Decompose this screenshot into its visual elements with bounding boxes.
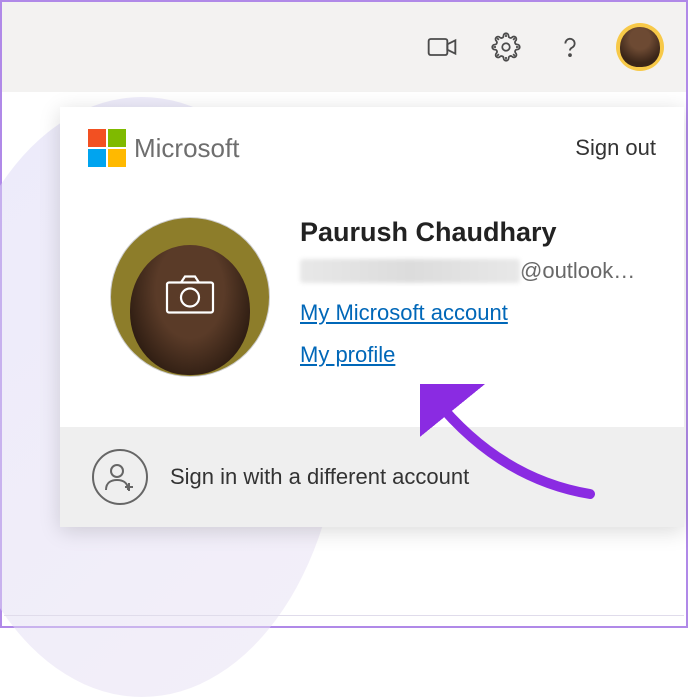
email-suffix: @outlook…	[520, 258, 635, 284]
add-account-label: Sign in with a different account	[170, 464, 469, 490]
avatar-large[interactable]	[110, 217, 270, 377]
help-icon[interactable]	[552, 29, 588, 65]
microsoft-logo-text: Microsoft	[134, 133, 239, 164]
email-redacted	[300, 259, 520, 283]
user-name: Paurush Chaudhary	[300, 217, 644, 248]
microsoft-logo: Microsoft	[88, 129, 239, 167]
my-profile-link[interactable]: My profile	[300, 342, 395, 368]
my-microsoft-account-link[interactable]: My Microsoft account	[300, 300, 508, 326]
account-flyout: Microsoft Sign out Paurush Chaudhary @ou…	[60, 107, 684, 527]
user-email: @outlook…	[300, 258, 644, 284]
user-info: Paurush Chaudhary @outlook… My Microsoft…	[300, 217, 644, 377]
flyout-body: Paurush Chaudhary @outlook… My Microsoft…	[60, 177, 684, 427]
gear-icon[interactable]	[488, 29, 524, 65]
add-account-icon	[92, 449, 148, 505]
avatar-face-large	[130, 245, 250, 375]
video-icon[interactable]	[424, 29, 460, 65]
bottom-divider	[4, 615, 684, 616]
microsoft-logo-icon	[88, 129, 126, 167]
avatar-small[interactable]	[616, 23, 664, 71]
flyout-header: Microsoft Sign out	[60, 107, 684, 177]
sign-out-link[interactable]: Sign out	[575, 135, 656, 161]
add-account-row[interactable]: Sign in with a different account	[60, 427, 684, 527]
toolbar	[2, 2, 686, 92]
avatar-face	[620, 27, 660, 67]
